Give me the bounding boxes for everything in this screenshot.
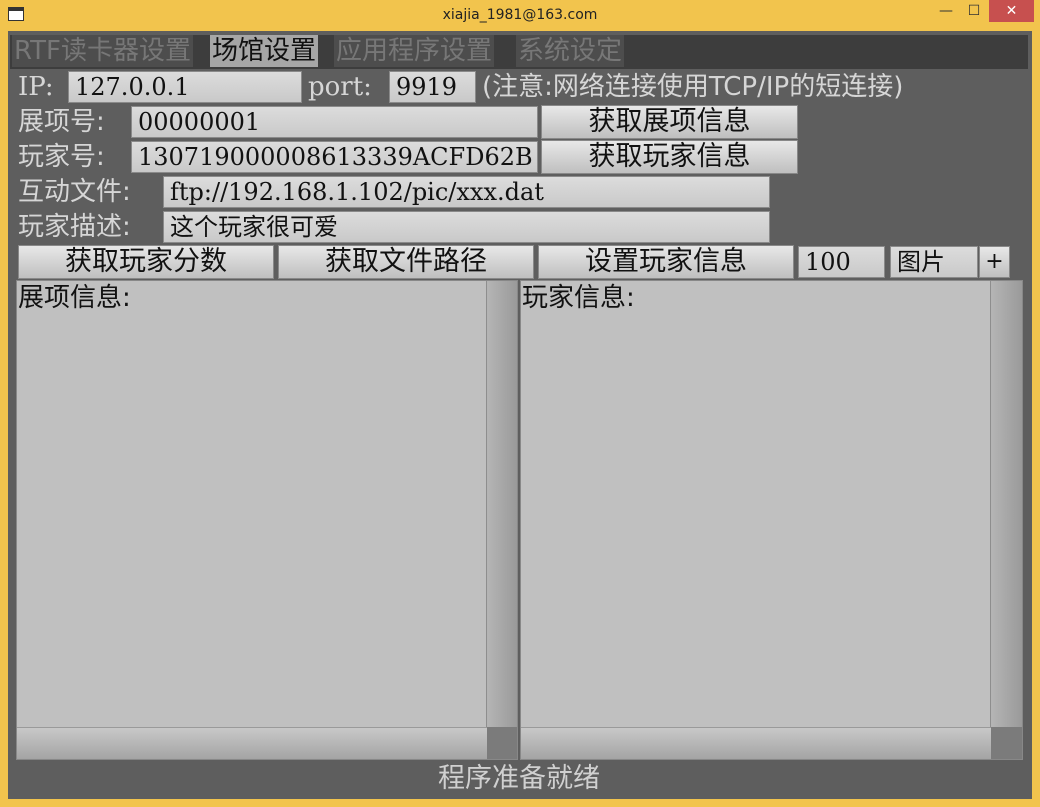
get-exhibit-info-button[interactable]: 获取展项信息 bbox=[541, 105, 798, 139]
player-info-panel[interactable] bbox=[520, 280, 1023, 760]
minimize-button[interactable]: — bbox=[932, 0, 960, 22]
player-info-scroll-corner bbox=[991, 727, 1022, 759]
exhibit-info-label: 展项信息: bbox=[18, 283, 131, 313]
exhibit-info-horizontal-scrollbar[interactable] bbox=[17, 727, 487, 759]
player-number-label: 玩家号: bbox=[18, 142, 105, 172]
exhibit-info-vertical-scrollbar[interactable] bbox=[486, 281, 517, 727]
exhibit-number-label: 展项号: bbox=[18, 107, 105, 137]
connection-note: (注意:网络连接使用TCP/IP的短连接) bbox=[482, 72, 904, 102]
get-player-info-button[interactable]: 获取玩家信息 bbox=[541, 140, 798, 174]
interactive-file-input[interactable]: ftp://192.168.1.102/pic/xxx.dat bbox=[163, 176, 770, 208]
exhibit-info-panel[interactable] bbox=[16, 280, 518, 760]
exhibit-number-input[interactable]: 00000001 bbox=[131, 106, 538, 138]
ip-label: IP: bbox=[18, 72, 54, 102]
player-number-input[interactable]: 130719000008613339ACFD62B bbox=[131, 141, 538, 173]
player-info-horizontal-scrollbar[interactable] bbox=[521, 727, 991, 759]
tab-application-settings[interactable]: 应用程序设置 bbox=[334, 35, 495, 67]
get-file-path-button[interactable]: 获取文件路径 bbox=[278, 245, 534, 279]
ip-input[interactable]: 127.0.0.1 bbox=[68, 71, 302, 103]
score-input[interactable]: 100 bbox=[798, 246, 885, 278]
player-info-label: 玩家信息: bbox=[522, 283, 635, 313]
interactive-file-label: 互动文件: bbox=[18, 177, 131, 207]
set-player-info-button[interactable]: 设置玩家信息 bbox=[538, 245, 794, 279]
player-description-label: 玩家描述: bbox=[18, 212, 131, 242]
port-input[interactable]: 9919 bbox=[389, 71, 476, 103]
get-player-score-button[interactable]: 获取玩家分数 bbox=[18, 245, 274, 279]
tab-system-settings[interactable]: 系统设定 bbox=[516, 35, 625, 67]
maximize-button[interactable]: ☐ bbox=[960, 0, 988, 22]
tab-venue-settings[interactable]: 场馆设置 bbox=[210, 35, 319, 67]
status-text: 程序准备就绪 bbox=[438, 763, 600, 794]
tab-rtf-reader-settings[interactable]: RTF读卡器设置 bbox=[12, 35, 194, 67]
port-label: port: bbox=[308, 72, 372, 102]
window-title: xiajia_1981@163.com bbox=[442, 7, 598, 23]
file-type-select[interactable]: 图片 bbox=[890, 246, 978, 278]
close-button[interactable]: ✕ bbox=[989, 0, 1034, 22]
add-button[interactable]: + bbox=[979, 246, 1010, 278]
player-description-input[interactable]: 这个玩家很可爱 bbox=[163, 211, 770, 243]
exhibit-info-scroll-corner bbox=[487, 727, 517, 759]
player-info-vertical-scrollbar[interactable] bbox=[990, 281, 1022, 727]
